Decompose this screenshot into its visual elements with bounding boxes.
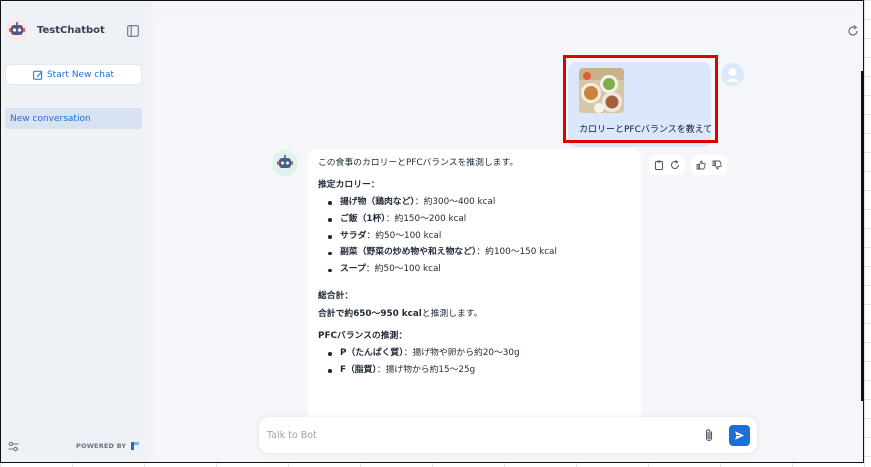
scrollbar[interactable]: [861, 71, 863, 401]
list-item: F（脂質）：揚げ物から約15～25g: [318, 365, 631, 377]
food-photo-image: [579, 68, 624, 113]
paperclip-icon[interactable]: [703, 428, 715, 442]
send-icon: [735, 431, 744, 440]
conversation-label: New conversation: [10, 113, 91, 124]
regenerate-icon[interactable]: [670, 160, 680, 170]
message-input[interactable]: [267, 426, 687, 444]
copy-retry-group: [649, 155, 685, 175]
calorie-heading: 推定カロリー：: [318, 179, 380, 190]
list-item: 揚げ物（鶏肉など）：約300～400 kcal: [318, 197, 631, 209]
sidebar: TestChatbot Start New chat New conversat…: [1, 1, 151, 462]
user-avatar-icon: [721, 63, 744, 86]
edit-icon: [33, 70, 43, 80]
powered-by: POWERED BY: [76, 441, 140, 451]
robot-avatar-icon: [277, 155, 293, 168]
list-item: スープ：約50～100 kcal: [318, 264, 631, 276]
pfc-heading: PFCバランスの推測：: [318, 330, 408, 341]
send-button[interactable]: [729, 425, 750, 446]
feedback-group: [691, 155, 727, 175]
bot-message-bubble: この食事のカロリーとPFCバランスを推測します。 推定カロリー： 揚げ物（鶏肉な…: [308, 149, 641, 429]
thumbs-up-icon[interactable]: [696, 160, 706, 170]
brand: TestChatbot: [6, 19, 105, 41]
calorie-list: 揚げ物（鶏肉など）：約300～400 kcal ご飯（1杯）：約150～200 …: [318, 197, 631, 276]
food-photo[interactable]: [579, 68, 624, 113]
vendor-logo-icon: [131, 442, 140, 450]
app-window: TestChatbot Start New chat New conversat…: [0, 0, 864, 463]
start-new-chat-button[interactable]: Start New chat: [5, 64, 142, 85]
thumbs-down-icon[interactable]: [712, 160, 722, 170]
total-text: 合計で約650～950 kcalと推測します。: [318, 309, 483, 319]
powered-by-label: POWERED BY: [76, 442, 127, 450]
sliders-settings-icon[interactable]: [8, 441, 19, 452]
total-heading: 総合計：: [318, 291, 354, 302]
list-item: サラダ：約50～100 kcal: [318, 231, 631, 243]
chat-panel: カロリーとPFCバランスを教えて この食事のカロリーとPFCバランスを推測します…: [156, 13, 863, 462]
bot-intro: この食事のカロリーとPFCバランスを推測します。: [318, 158, 519, 168]
sidebar-toggle-icon[interactable]: [127, 25, 139, 37]
list-item: ご飯（1杯）：約150～200 kcal: [318, 214, 631, 226]
pfc-list: P（たんぱく質）：揚げ物や卵から約20～30g F（脂質）：揚げ物から約15～2…: [318, 348, 631, 377]
bot-avatar: [272, 150, 298, 176]
chat-input-bar: [259, 417, 757, 453]
refresh-icon[interactable]: [847, 25, 859, 37]
list-item: 副菜（野菜の炒め物や和え物など）：約100～150 kcal: [318, 247, 631, 259]
copy-icon[interactable]: [654, 160, 664, 170]
user-message-bubble: カロリーとPFCバランスを教えて: [568, 62, 713, 147]
app-title: TestChatbot: [37, 24, 105, 36]
message-actions: [649, 155, 727, 175]
list-item: P（たんぱく質）：揚げ物や卵から約20～30g: [318, 348, 631, 360]
sidebar-item-new-conversation[interactable]: New conversation: [5, 108, 142, 129]
user-message-text: カロリーとPFCバランスを教えて: [579, 125, 713, 135]
start-new-chat-label: Start New chat: [46, 69, 115, 80]
robot-logo-icon: [7, 20, 27, 40]
